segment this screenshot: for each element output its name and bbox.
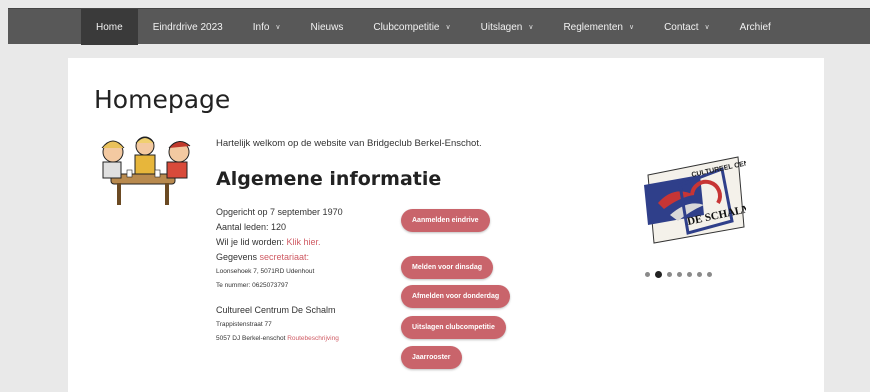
nav-item-archief[interactable]: Archief <box>725 9 786 45</box>
club-results-button[interactable]: Uitslagen clubcompetitie <box>401 316 506 339</box>
join-link[interactable]: Klik hier. <box>287 237 321 247</box>
founded-text: Opgericht op 7 september 1970 <box>216 207 343 217</box>
route-link[interactable]: Routebeschrijving <box>287 335 339 342</box>
carousel-dot[interactable] <box>677 272 682 277</box>
cancel-thursday-button[interactable]: Afmelden voor donderdag <box>401 285 511 308</box>
carousel-dot[interactable] <box>707 272 712 277</box>
nav-item-label: Info <box>252 21 270 33</box>
nav-item-label: Uitslagen <box>480 21 523 33</box>
members-count: Aantal leden: 120 <box>216 222 287 232</box>
nav-item-label: Clubcompetitie <box>373 21 440 33</box>
venue-city-line: 5057 DJ Berkel-enschot Routebeschrijving <box>216 332 343 346</box>
nav-menu: Home Eindrdrive 2023 Info ∨ Nieuws Clubcompet… <box>81 9 786 45</box>
nav-item-label: Nieuws <box>310 21 344 33</box>
chevron-down-icon: ∨ <box>445 24 451 31</box>
nav-item-eindrdrive-2023[interactable]: Eindrdrive 2023 <box>138 9 238 45</box>
venue-name: Cultureel Centrum De Schalm <box>216 305 336 315</box>
contact-line: Gegevens secretariaat: <box>216 250 343 265</box>
nav-item-uitslagen[interactable]: Uitslagen ∨ <box>466 9 549 45</box>
chevron-down-icon: ∨ <box>275 24 281 31</box>
main-navigation: Home Eindrdrive 2023 Info ∨ Nieuws Clubcompet… <box>8 8 870 45</box>
welcome-text: Hartelijk welkom op de website van Bridg… <box>216 138 482 149</box>
secretariat-link[interactable]: secretariaat: <box>260 252 310 262</box>
section-title: Algemene informatie <box>216 168 442 190</box>
carousel-dot[interactable] <box>667 272 672 277</box>
nav-item-nieuws[interactable]: Nieuws <box>296 9 359 45</box>
page-title: Homepage <box>94 85 231 114</box>
nav-item-label: Reglementen <box>563 21 623 33</box>
nav-item-info[interactable]: Info ∨ <box>238 9 296 45</box>
de-schalm-logo: CULTUREEL CENTRUM DE SCHALM <box>644 156 746 244</box>
register-eindrive-button[interactable]: Aanmelden eindrive <box>401 209 490 232</box>
nav-item-label: Archief <box>739 21 771 33</box>
chevron-down-icon: ∨ <box>528 24 534 31</box>
chevron-down-icon: ∨ <box>704 24 710 31</box>
join-label: Wil je lid worden: <box>216 237 287 247</box>
carousel-dot[interactable] <box>697 272 702 277</box>
carousel-dot[interactable] <box>687 272 692 277</box>
nav-item-clubcompetitie[interactable]: Clubcompetitie ∨ <box>358 9 465 45</box>
join-line: Wil je lid worden: Klik hier. <box>216 235 343 250</box>
carousel-dot[interactable] <box>645 272 650 277</box>
contact-label: Gegevens <box>216 252 260 262</box>
chevron-down-icon: ∨ <box>628 24 635 31</box>
venue-city: 5057 DJ Berkel-enschot <box>216 335 288 342</box>
nav-item-label: Home <box>96 21 123 33</box>
phone-text: Te nummer: 0625073797 <box>216 282 289 289</box>
nav-item-home[interactable]: Home <box>81 9 138 45</box>
bridge-players-illustration <box>101 136 191 205</box>
nav-item-label: Contact <box>664 21 699 33</box>
carousel-dot[interactable] <box>655 271 662 278</box>
venue-street: Trappistenstraat 77 <box>216 321 272 328</box>
address-text: Loonsehoek 7, 5071RD Udenhout <box>216 268 315 275</box>
content-card: Homepage Hartelijk welkom op de website … <box>68 58 824 392</box>
register-tuesday-button[interactable]: Melden voor dinsdag <box>401 256 494 279</box>
nav-item-contact[interactable]: Contact ∨ <box>649 9 725 45</box>
nav-item-reglementen[interactable]: Reglementen ∨ <box>548 9 649 45</box>
carousel-indicators <box>645 271 712 278</box>
year-schedule-button[interactable]: Jaarrooster <box>401 346 462 369</box>
general-info: Opgericht op 7 september 1970 Aantal led… <box>216 205 343 346</box>
nav-item-label: Eindrdrive 2023 <box>152 21 223 33</box>
